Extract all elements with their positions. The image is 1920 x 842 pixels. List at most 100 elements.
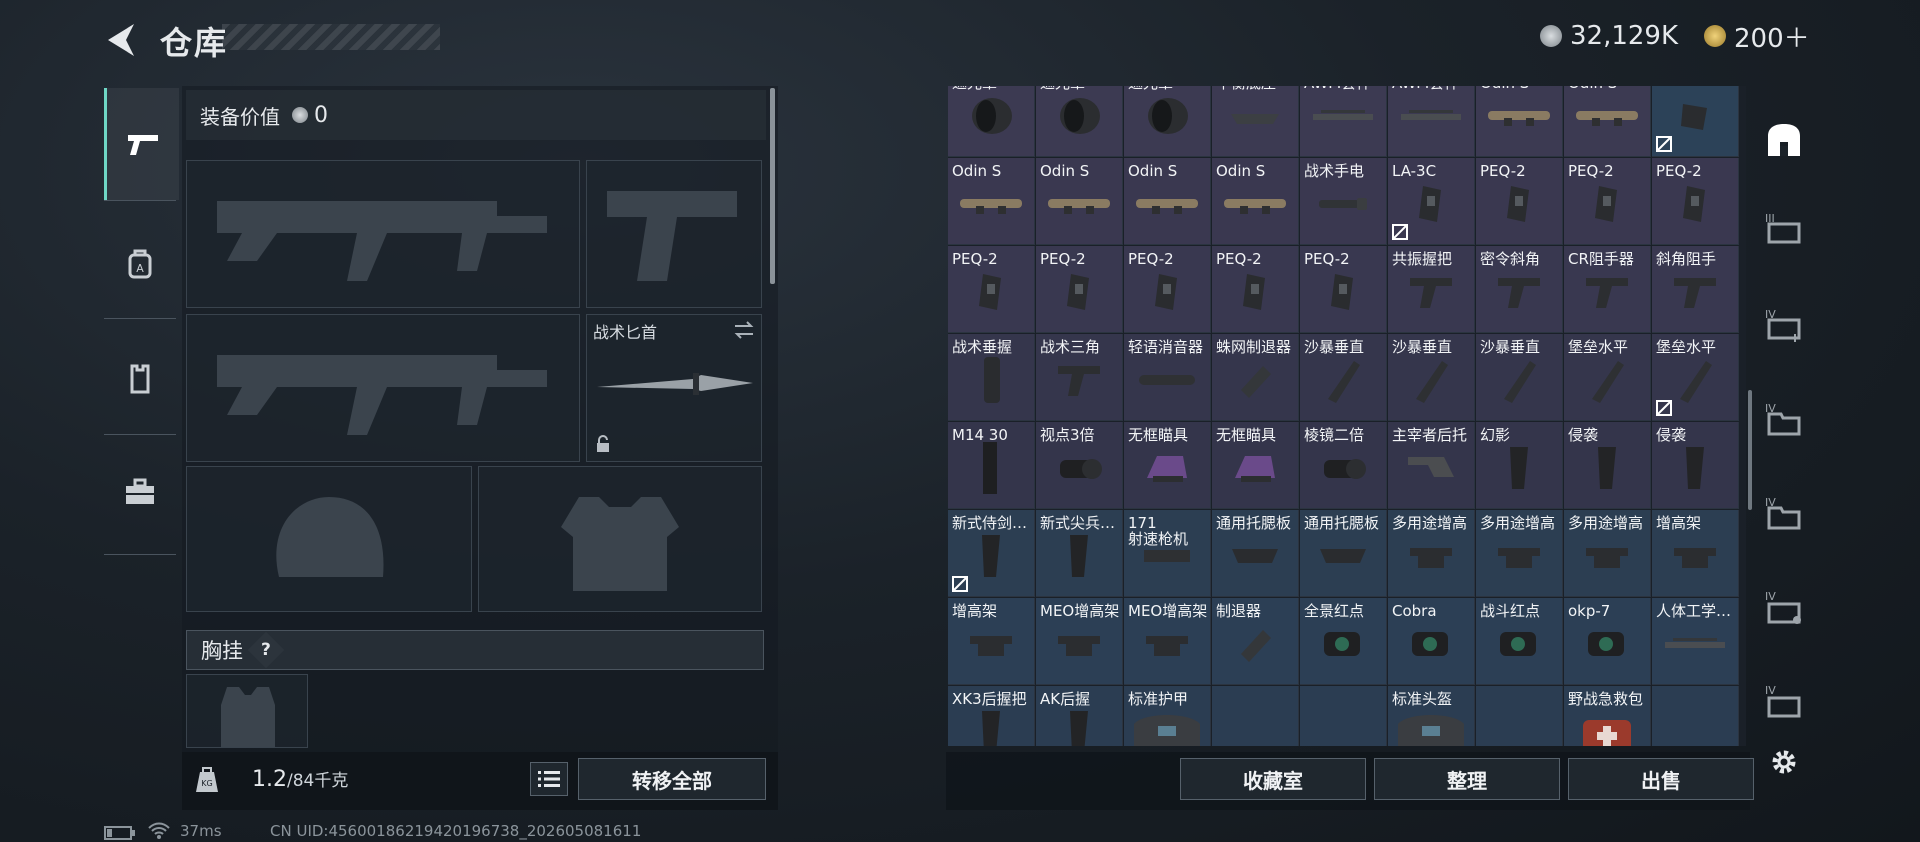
stash-cell[interactable]: PEQ-2 — [1652, 158, 1739, 245]
stash-scrollbar[interactable] — [1748, 390, 1752, 510]
stash-cell[interactable]: Odin S — [1036, 158, 1123, 245]
stash-cell[interactable]: PEQ-2 — [948, 246, 1035, 333]
stash-cell[interactable]: 171 射速枪机 — [1124, 510, 1211, 597]
stash-cell[interactable]: PEQ-2 — [1124, 246, 1211, 333]
stash-cell[interactable] — [1212, 686, 1299, 746]
stash-cell[interactable]: 幻影 — [1476, 422, 1563, 509]
stash-cell[interactable]: AWM套件 — [1388, 86, 1475, 157]
stash-cell[interactable]: Odin S — [1476, 86, 1563, 157]
stash-cell[interactable]: 侵袭 — [1652, 422, 1739, 509]
collection-room-button[interactable]: 收藏室 — [1180, 758, 1366, 800]
stash-cell[interactable]: 视点3倍 — [1036, 422, 1123, 509]
stash-cell[interactable]: 无框瞄具 — [1124, 422, 1211, 509]
stash-cell[interactable]: 人体工学… — [1652, 598, 1739, 685]
secondary-weapon-slot[interactable] — [186, 314, 580, 462]
stash-cell[interactable]: 增高架 — [948, 598, 1035, 685]
helmet-slot[interactable] — [186, 466, 472, 612]
stash-cell[interactable]: XK3后握把 — [948, 686, 1035, 746]
stash-cell[interactable]: 全景红点 — [1300, 598, 1387, 685]
stash-cell[interactable]: 通用托腮板 — [1300, 510, 1387, 597]
stash-cell[interactable] — [1476, 686, 1563, 746]
stash-cell[interactable]: 战术垂握 — [948, 334, 1035, 421]
stash-cell[interactable]: 堡垒水平 — [1652, 334, 1739, 421]
stash-cell[interactable]: 蛛网制退器 — [1212, 334, 1299, 421]
stash-cell[interactable]: 多用途增高 — [1476, 510, 1563, 597]
gold-currency[interactable]: 200＋ — [1704, 20, 1810, 54]
stash-cell[interactable] — [1300, 686, 1387, 746]
stash-cell[interactable]: 沙暴垂直 — [1476, 334, 1563, 421]
help-icon[interactable]: ? — [247, 631, 285, 669]
stash-cell[interactable]: 战斗红点 — [1476, 598, 1563, 685]
stash-cell[interactable] — [1652, 686, 1739, 746]
stash-cell[interactable]: MEO增高架 — [1124, 598, 1211, 685]
stash-cell[interactable]: 平衡底座 — [1212, 86, 1299, 157]
tab-vest[interactable] — [104, 322, 176, 434]
stash-cell[interactable]: 侵袭 — [1564, 422, 1651, 509]
stash-cell[interactable]: 多用途增高 — [1388, 510, 1475, 597]
stash-cell[interactable]: 轻语消音器 — [1124, 334, 1211, 421]
stash-cell[interactable]: 制退器 — [1212, 598, 1299, 685]
stash-cell[interactable]: AK后握 — [1036, 686, 1123, 746]
stash-cell[interactable]: Odin S — [1124, 158, 1211, 245]
melee-slot[interactable]: 战术匕首 — [586, 314, 762, 462]
stash-cell[interactable]: LA-3C — [1388, 158, 1475, 245]
stash-cell[interactable]: 沙暴垂直 — [1388, 334, 1475, 421]
tab-backpack[interactable]: A — [104, 208, 176, 320]
stash-cell[interactable]: Cobra — [1388, 598, 1475, 685]
stash-cell[interactable]: AWM套件 — [1300, 86, 1387, 157]
stash-cell[interactable]: 遮光罩 — [1124, 86, 1211, 157]
chest-rig-slot[interactable] — [186, 674, 308, 748]
stash-cell[interactable]: PEQ-2 — [1036, 246, 1123, 333]
stash-cell[interactable]: 遮光罩 — [1036, 86, 1123, 157]
back-arrow-icon[interactable] — [104, 22, 136, 58]
stash-cell[interactable]: 共振握把 — [1388, 246, 1475, 333]
transfer-all-button[interactable]: 转移全部 — [578, 758, 766, 800]
stash-cell[interactable]: 标准头盔 — [1388, 686, 1475, 746]
stash-cell[interactable]: 堡垒水平 — [1564, 334, 1651, 421]
stash-cell[interactable]: 斜角阻手 — [1652, 246, 1739, 333]
stash-cell[interactable]: CR阻手器 — [1564, 246, 1651, 333]
stash-cell[interactable]: PEQ-2 — [1212, 246, 1299, 333]
tab-weapons[interactable] — [104, 88, 179, 200]
list-view-button[interactable] — [530, 762, 568, 796]
stash-cell[interactable]: 野战急救包 — [1564, 686, 1651, 746]
sort-button[interactable]: 整理 — [1374, 758, 1560, 800]
stash-cell[interactable]: Odin S — [1564, 86, 1651, 157]
tab-toolbox[interactable] — [104, 436, 176, 548]
settings-gear-icon[interactable] — [1762, 740, 1806, 784]
stash-tier4-case-icon[interactable]: IV — [1762, 584, 1806, 628]
stash-cell[interactable]: 多用途增高 — [1564, 510, 1651, 597]
stash-cell[interactable]: 通用托腮板 — [1212, 510, 1299, 597]
stash-cell[interactable]: 无框瞄具 — [1212, 422, 1299, 509]
sell-button[interactable]: 出售 — [1568, 758, 1754, 800]
stash-main-icon[interactable] — [1762, 118, 1806, 162]
stash-cell[interactable]: MEO增高架 — [1036, 598, 1123, 685]
stash-cell[interactable]: 密令斜角 — [1476, 246, 1563, 333]
stash-cell[interactable]: 棱镜二倍 — [1300, 422, 1387, 509]
stash-tier4-box-icon[interactable]: IV — [1762, 678, 1806, 722]
stash-cell[interactable]: 新式尖兵… — [1036, 510, 1123, 597]
stash-tier4-folder-icon[interactable]: IV — [1762, 396, 1806, 440]
stash-cell[interactable]: PEQ-2 — [1476, 158, 1563, 245]
stash-cell[interactable]: PEQ-2 — [1564, 158, 1651, 245]
sidearm-slot[interactable] — [586, 160, 762, 308]
primary-weapon-slot[interactable] — [186, 160, 580, 308]
stash-tier3-icon[interactable]: III — [1762, 206, 1806, 250]
swap-icon[interactable] — [733, 321, 755, 339]
stash-cell[interactable]: Odin S — [1212, 158, 1299, 245]
stash-tier4-folder-icon[interactable]: IV — [1762, 490, 1806, 534]
stash-cell[interactable]: 新式侍剑… — [948, 510, 1035, 597]
stash-cell[interactable]: 战术手电 — [1300, 158, 1387, 245]
stash-cell[interactable]: 沙暴垂直 — [1300, 334, 1387, 421]
loadout-scrollbar[interactable] — [770, 88, 775, 284]
stash-cell[interactable]: 战术三角 — [1036, 334, 1123, 421]
armor-slot[interactable] — [478, 466, 762, 612]
stash-grid[interactable]: 遮光罩 遮光罩 遮光罩 平衡底座 AWM套件 AWM套件 Odin S Odin S Odin … — [948, 86, 1746, 746]
stash-cell[interactable]: 标准护甲 — [1124, 686, 1211, 746]
stash-cell[interactable] — [1652, 86, 1739, 157]
stash-cell[interactable]: 主宰者后托 — [1388, 422, 1475, 509]
stash-cell[interactable]: Odin S — [948, 158, 1035, 245]
stash-cell[interactable]: okp-7 — [1564, 598, 1651, 685]
stash-tier4-icon[interactable]: IV — [1762, 302, 1806, 346]
stash-cell[interactable]: 遮光罩 — [948, 86, 1035, 157]
